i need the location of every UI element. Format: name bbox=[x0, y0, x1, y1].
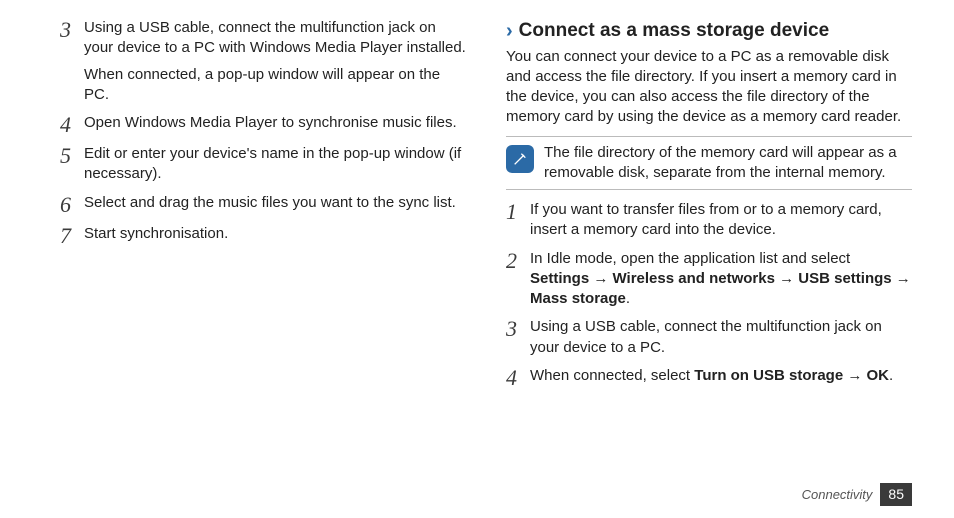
step-text: Start synchronisation. bbox=[84, 225, 228, 242]
step-body: If you want to transfer files from or to… bbox=[530, 200, 912, 241]
right-step-2: 2 In Idle mode, open the application lis… bbox=[506, 249, 912, 310]
step-body: When connected, select Turn on USB stora… bbox=[530, 366, 912, 386]
step-body: Edit or enter your device's name in the … bbox=[84, 144, 466, 185]
step-text: If you want to transfer files from or to… bbox=[530, 201, 882, 238]
section-title: Connect as a mass storage device bbox=[519, 18, 829, 44]
step-text-post: . bbox=[626, 290, 630, 307]
section-header: › Connect as a mass storage device bbox=[506, 18, 912, 44]
right-step-4: 4 When connected, select Turn on USB sto… bbox=[506, 366, 912, 389]
step-text: Using a USB cable, connect the multifunc… bbox=[530, 318, 882, 355]
step-body: Open Windows Media Player to synchronise… bbox=[84, 113, 466, 133]
step-body: Using a USB cable, connect the multifunc… bbox=[530, 317, 912, 358]
step-text-pre: In Idle mode, open the application list … bbox=[530, 250, 850, 267]
step-number: 4 bbox=[60, 114, 84, 136]
step-text-pre: When connected, select bbox=[530, 367, 694, 384]
step-number: 6 bbox=[60, 194, 84, 216]
step-number: 3 bbox=[60, 19, 84, 41]
step-number: 5 bbox=[60, 145, 84, 167]
step-text: Open Windows Media Player to synchronise… bbox=[84, 114, 457, 131]
step-6: 6 Select and drag the music files you wa… bbox=[60, 193, 466, 216]
step-5: 5 Edit or enter your device's name in th… bbox=[60, 144, 466, 185]
step-text: Select and drag the music files you want… bbox=[84, 194, 456, 211]
footer-section: Connectivity bbox=[802, 486, 873, 504]
step-text-bold: Settings → Wireless and networks → USB s… bbox=[530, 270, 911, 307]
step-body: In Idle mode, open the application list … bbox=[530, 249, 912, 310]
note-box: The file directory of the memory card wi… bbox=[506, 136, 912, 191]
section-intro: You can connect your device to a PC as a… bbox=[506, 47, 912, 128]
step-4: 4 Open Windows Media Player to synchroni… bbox=[60, 113, 466, 136]
page-number: 85 bbox=[880, 483, 912, 506]
page: 3 Using a USB cable, connect the multifu… bbox=[0, 0, 954, 518]
step-body: Using a USB cable, connect the multifunc… bbox=[84, 18, 466, 105]
step-subtext: When connected, a pop-up window will app… bbox=[84, 65, 466, 106]
page-footer: Connectivity 85 bbox=[802, 483, 912, 506]
right-step-3: 3 Using a USB cable, connect the multifu… bbox=[506, 317, 912, 358]
step-text-post: . bbox=[889, 367, 893, 384]
step-text: Edit or enter your device's name in the … bbox=[84, 145, 461, 182]
step-3: 3 Using a USB cable, connect the multifu… bbox=[60, 18, 466, 105]
step-text-bold: Turn on USB storage → OK bbox=[694, 367, 889, 384]
step-number: 2 bbox=[506, 250, 530, 272]
step-7: 7 Start synchronisation. bbox=[60, 224, 466, 247]
note-icon bbox=[506, 145, 534, 173]
right-column: › Connect as a mass storage device You c… bbox=[506, 18, 912, 518]
chevron-icon: › bbox=[506, 21, 513, 41]
step-number: 7 bbox=[60, 225, 84, 247]
left-column: 3 Using a USB cable, connect the multifu… bbox=[60, 18, 466, 518]
step-number: 4 bbox=[506, 367, 530, 389]
step-body: Start synchronisation. bbox=[84, 224, 466, 244]
step-number: 1 bbox=[506, 201, 530, 223]
note-text: The file directory of the memory card wi… bbox=[544, 143, 912, 184]
step-text: Using a USB cable, connect the multifunc… bbox=[84, 19, 466, 56]
right-step-1: 1 If you want to transfer files from or … bbox=[506, 200, 912, 241]
step-body: Select and drag the music files you want… bbox=[84, 193, 466, 213]
step-number: 3 bbox=[506, 318, 530, 340]
